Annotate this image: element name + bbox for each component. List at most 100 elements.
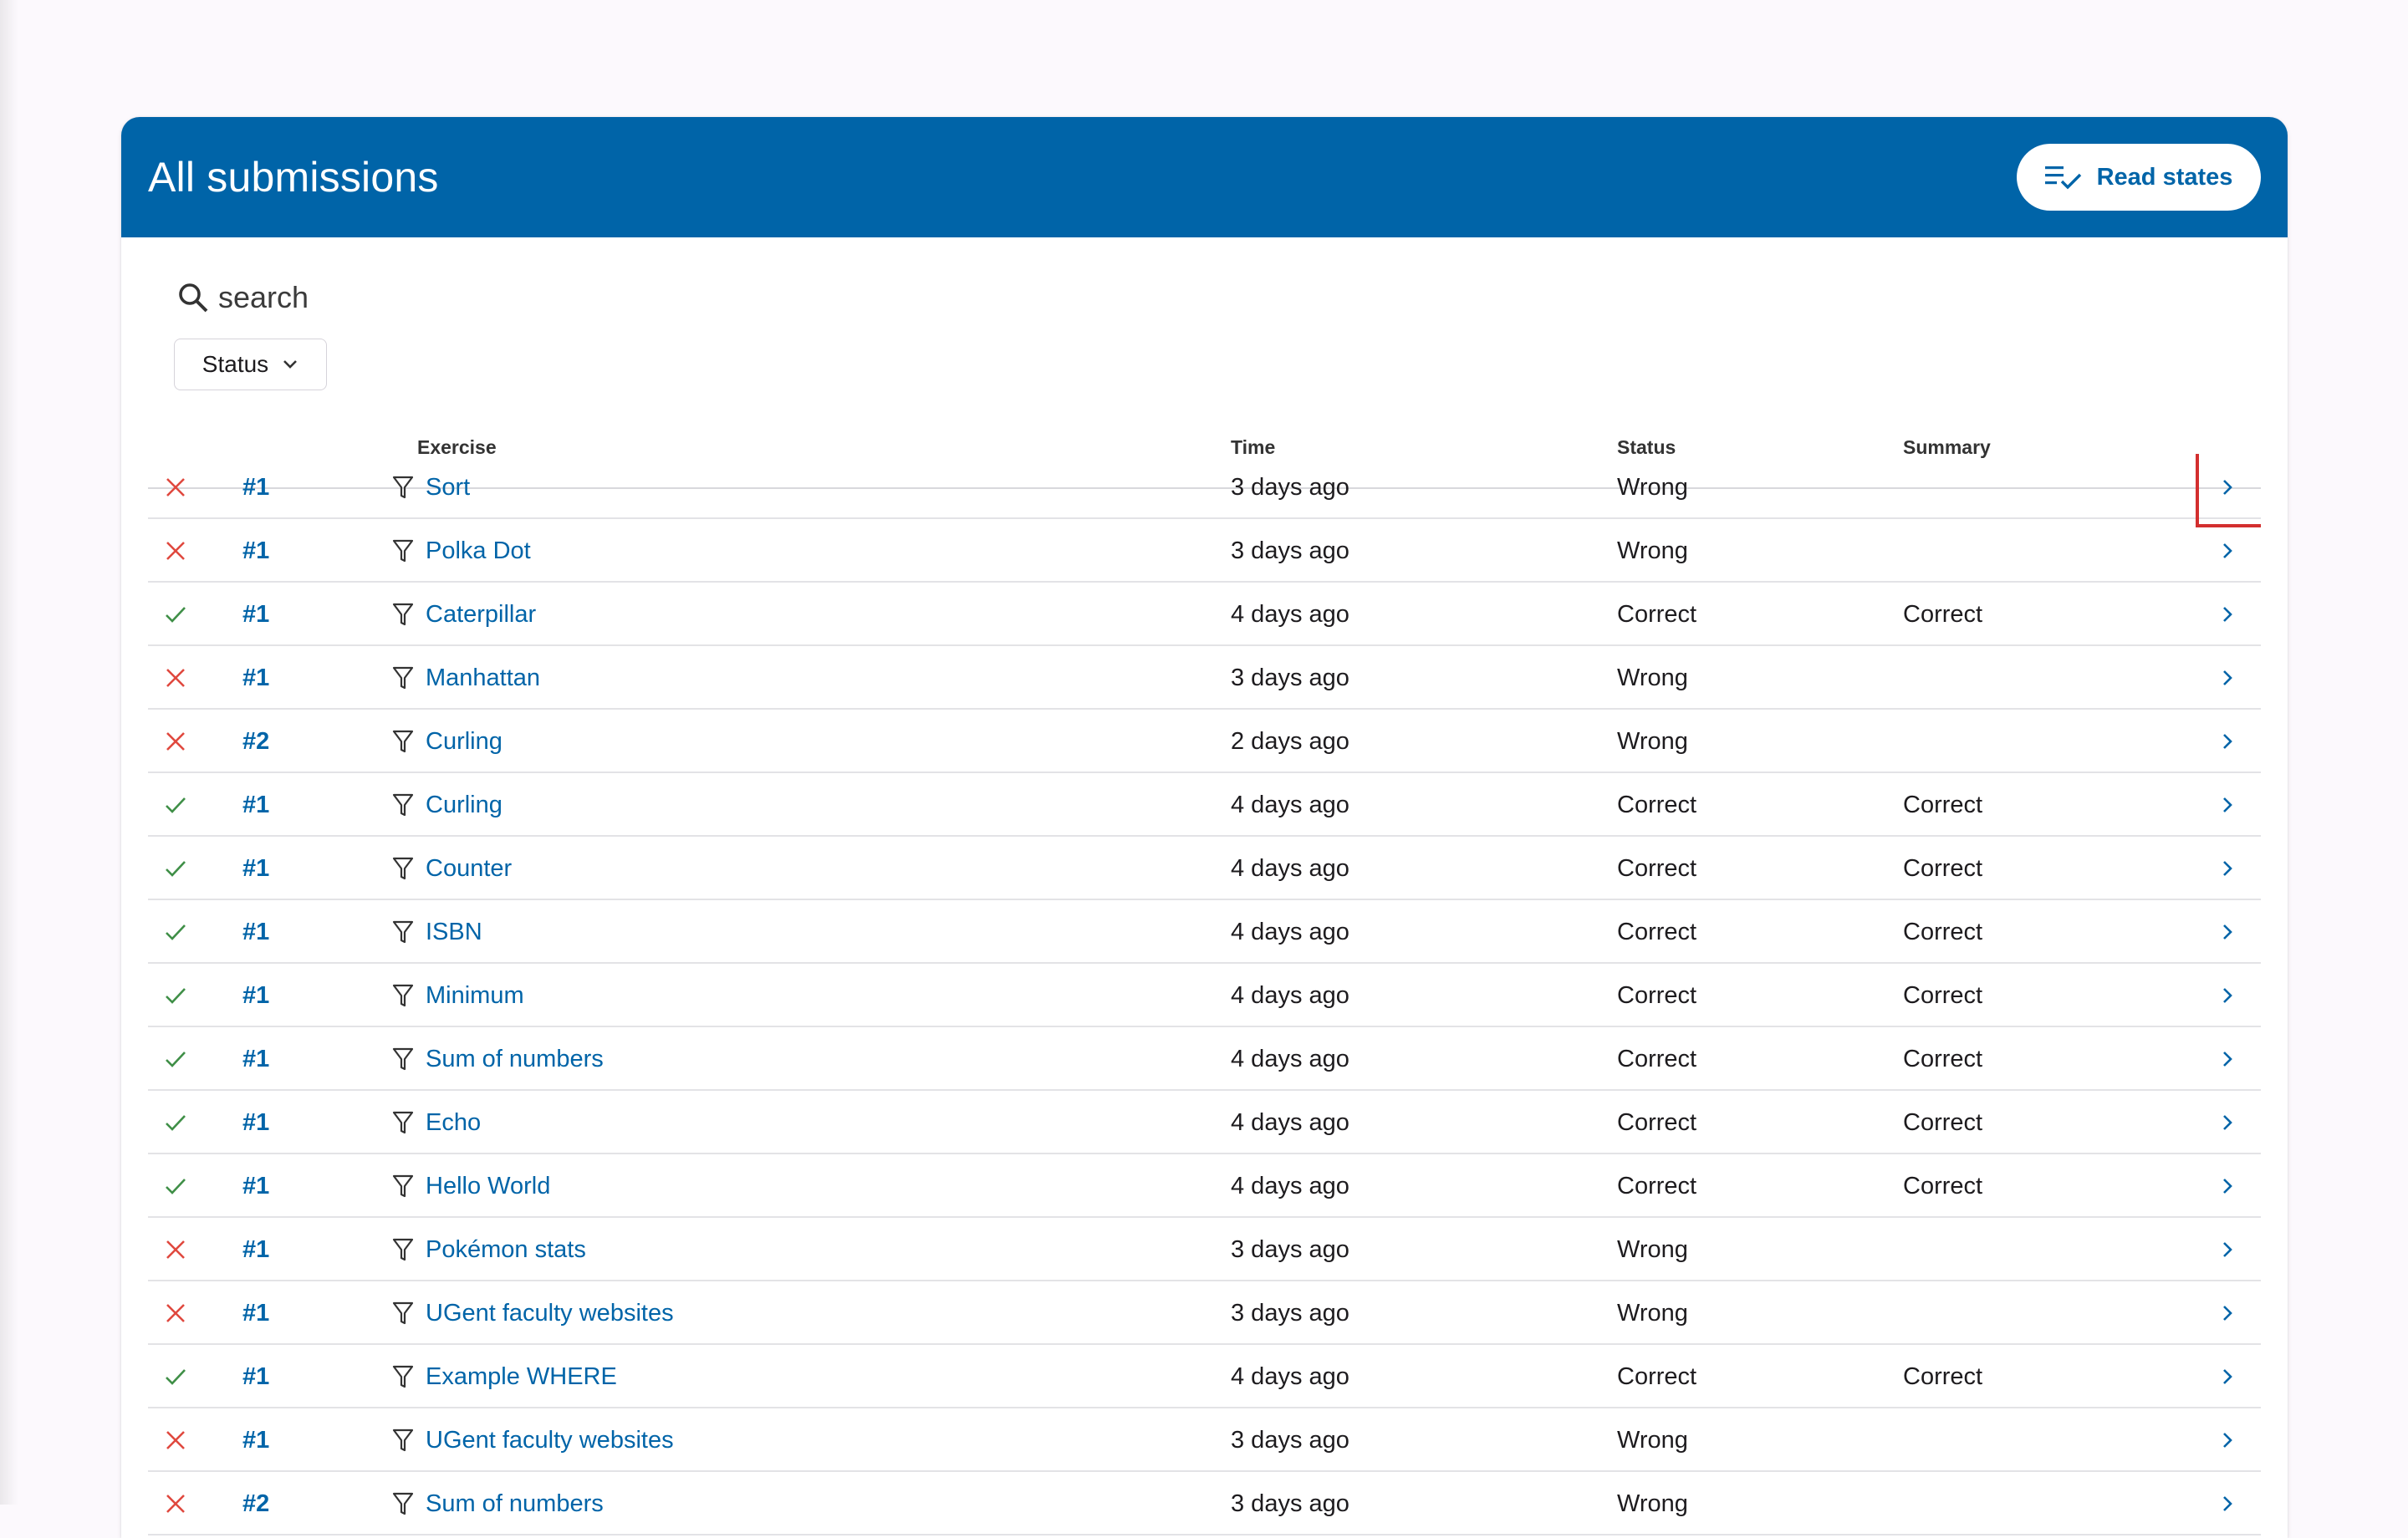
- table-row[interactable]: #2 Sum of numbers 3 days ago Wrong: [148, 1472, 2261, 1535]
- chevron-right-icon[interactable]: [2211, 1091, 2244, 1154]
- status-filter-dropdown[interactable]: Status: [174, 339, 327, 390]
- submission-summary: Correct: [1903, 1109, 1983, 1136]
- exercise-link[interactable]: Caterpillar: [426, 583, 536, 646]
- chevron-right-icon[interactable]: [2211, 1281, 2244, 1345]
- filter-icon[interactable]: [392, 1047, 414, 1072]
- table-row[interactable]: #1 ISBN 4 days ago Correct Correct: [148, 900, 2261, 964]
- check-icon: [165, 1345, 190, 1408]
- submission-number-link[interactable]: #1: [242, 1408, 269, 1472]
- submission-number-link[interactable]: #1: [242, 964, 269, 1027]
- table-row[interactable]: #1 Sort 3 days ago Wrong: [148, 454, 2261, 527]
- table-row[interactable]: #1 Manhattan 3 days ago Wrong: [148, 646, 2261, 710]
- exercise-link[interactable]: Polka Dot: [426, 519, 531, 583]
- filter-icon[interactable]: [392, 983, 414, 1008]
- exercise-link[interactable]: UGent faculty websites: [426, 1408, 674, 1472]
- exercise-link[interactable]: Hello World: [426, 1154, 550, 1218]
- cross-icon: [165, 1281, 190, 1345]
- table-row[interactable]: #1 Echo 4 days ago Correct Correct: [148, 1091, 2261, 1154]
- exercise-link[interactable]: Sum of numbers: [426, 1472, 604, 1535]
- filter-icon[interactable]: [392, 1301, 414, 1326]
- table-row[interactable]: #1 Hello World 4 days ago Correct Correct: [148, 1154, 2261, 1218]
- submission-number-link[interactable]: #1: [242, 1218, 269, 1281]
- submission-number-link[interactable]: #1: [242, 837, 269, 900]
- table-row[interactable]: #2 Curling 2 days ago Wrong: [148, 710, 2261, 773]
- filter-icon[interactable]: [392, 919, 414, 945]
- card-header: All submissions Read states: [121, 117, 2288, 237]
- filter-icon[interactable]: [392, 1364, 414, 1389]
- submission-number-link[interactable]: #1: [242, 1345, 269, 1408]
- filter-icon[interactable]: [392, 1491, 414, 1516]
- table-row[interactable]: #1 Counter 4 days ago Correct Correct: [148, 837, 2261, 900]
- exercise-link[interactable]: Example WHERE: [426, 1345, 617, 1408]
- filter-icon[interactable]: [392, 1174, 414, 1199]
- table-row[interactable]: #1 UGent faculty websites 3 days ago Wrong: [148, 1281, 2261, 1345]
- exercise-link[interactable]: UGent faculty websites: [426, 1281, 674, 1345]
- filter-icon[interactable]: [392, 856, 414, 881]
- table-row[interactable]: #1 Minimum 4 days ago Correct Correct: [148, 964, 2261, 1027]
- exercise-cell: Curling: [392, 710, 503, 773]
- submission-summary: Correct: [1903, 601, 1983, 628]
- table-row[interactable]: #1 Caterpillar 4 days ago Correct Correct: [148, 583, 2261, 646]
- exercise-link[interactable]: ISBN: [426, 900, 482, 964]
- submission-number-link[interactable]: #1: [242, 646, 269, 710]
- filter-icon[interactable]: [392, 475, 414, 500]
- chevron-right-icon[interactable]: [2211, 1345, 2244, 1408]
- chevron-right-icon[interactable]: [2211, 1218, 2244, 1281]
- submission-number-link[interactable]: #1: [242, 773, 269, 837]
- submission-time: 3 days ago: [1231, 1427, 1349, 1454]
- search-bar: [176, 280, 720, 315]
- chevron-right-icon[interactable]: [2211, 1408, 2244, 1472]
- filter-icon[interactable]: [392, 1428, 414, 1453]
- read-states-button[interactable]: Read states: [2017, 144, 2261, 211]
- chevron-right-icon[interactable]: [2211, 900, 2244, 964]
- filter-icon[interactable]: [392, 792, 414, 817]
- exercise-link[interactable]: Sort: [426, 456, 470, 519]
- table-row[interactable]: #1 Pokémon stats 3 days ago Wrong: [148, 1218, 2261, 1281]
- filter-icon[interactable]: [392, 602, 414, 627]
- check-icon: [165, 1027, 190, 1091]
- submission-time: 3 days ago: [1231, 474, 1349, 501]
- submission-number-link[interactable]: #1: [242, 1091, 269, 1154]
- table-row[interactable]: #1 UGent faculty websites 3 days ago Wrong: [148, 1408, 2261, 1472]
- chevron-right-icon[interactable]: [2211, 1472, 2244, 1535]
- table-row[interactable]: #1 Sum of numbers 4 days ago Correct Correct: [148, 1027, 2261, 1091]
- exercise-link[interactable]: Pokémon stats: [426, 1218, 586, 1281]
- chevron-right-icon[interactable]: [2211, 773, 2244, 837]
- exercise-link[interactable]: Curling: [426, 710, 503, 773]
- filter-icon[interactable]: [392, 538, 414, 563]
- submission-number-link[interactable]: #1: [242, 1281, 269, 1345]
- submission-number-link[interactable]: #1: [242, 456, 269, 519]
- search-input[interactable]: [218, 280, 720, 315]
- filter-icon[interactable]: [392, 1110, 414, 1135]
- table-row[interactable]: #1 Polka Dot 3 days ago Wrong: [148, 519, 2261, 583]
- filter-icon[interactable]: [392, 665, 414, 690]
- chevron-right-icon[interactable]: [2211, 710, 2244, 773]
- check-icon: [165, 1091, 190, 1154]
- chevron-right-icon[interactable]: [2211, 519, 2244, 583]
- table-row[interactable]: #1 Curling 4 days ago Correct Correct: [148, 773, 2261, 837]
- chevron-right-icon[interactable]: [2211, 964, 2244, 1027]
- submission-number-link[interactable]: #1: [242, 1027, 269, 1091]
- submission-number-link[interactable]: #1: [242, 583, 269, 646]
- exercise-link[interactable]: Curling: [426, 773, 503, 837]
- chevron-right-icon[interactable]: [2211, 583, 2244, 646]
- exercise-link[interactable]: Echo: [426, 1091, 481, 1154]
- table-row[interactable]: #1 Example WHERE 4 days ago Correct Correct: [148, 1345, 2261, 1408]
- exercise-link[interactable]: Manhattan: [426, 646, 540, 710]
- chevron-right-icon[interactable]: [2211, 837, 2244, 900]
- chevron-right-icon[interactable]: [2211, 646, 2244, 710]
- exercise-cell: Curling: [392, 773, 503, 837]
- chevron-right-icon[interactable]: [2211, 1154, 2244, 1218]
- filter-icon[interactable]: [392, 729, 414, 754]
- exercise-link[interactable]: Counter: [426, 837, 512, 900]
- chevron-right-icon[interactable]: [2211, 1027, 2244, 1091]
- submission-number-link[interactable]: #2: [242, 1472, 269, 1535]
- exercise-link[interactable]: Sum of numbers: [426, 1027, 604, 1091]
- submission-number-link[interactable]: #1: [242, 519, 269, 583]
- submission-status: Correct: [1617, 1109, 1697, 1136]
- exercise-link[interactable]: Minimum: [426, 964, 524, 1027]
- submission-number-link[interactable]: #1: [242, 1154, 269, 1218]
- filter-icon[interactable]: [392, 1237, 414, 1262]
- submission-number-link[interactable]: #1: [242, 900, 269, 964]
- submission-number-link[interactable]: #2: [242, 710, 269, 773]
